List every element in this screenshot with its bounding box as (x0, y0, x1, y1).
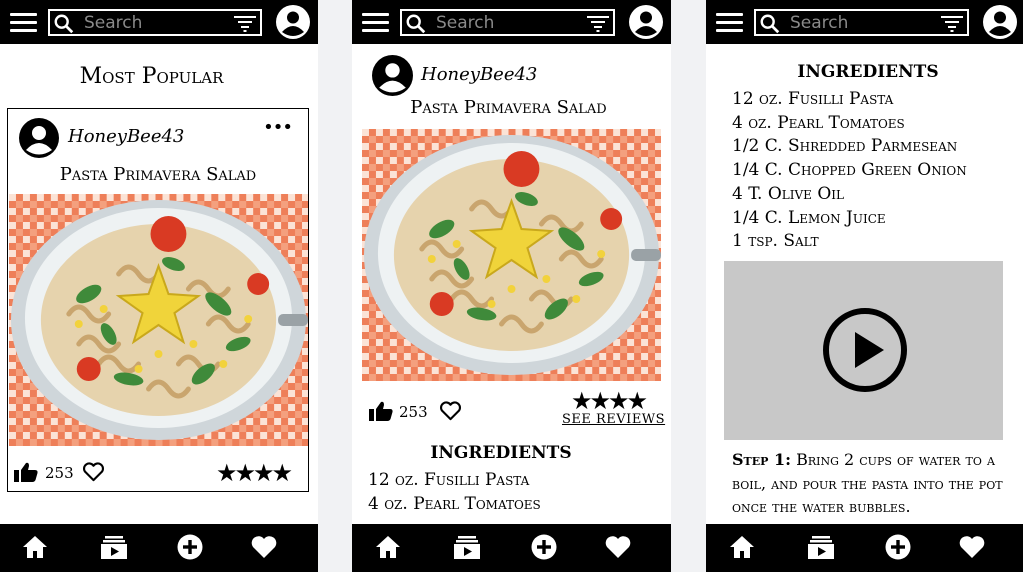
home-icon[interactable] (21, 533, 49, 561)
search-bar (48, 9, 262, 36)
ingredient-item: 4 T. Olive Oil (732, 183, 844, 204)
profile-icon[interactable] (629, 5, 663, 39)
search-icon[interactable] (53, 13, 75, 35)
like-count: 253 (399, 403, 428, 421)
search-bar (400, 9, 615, 36)
ingredients-heading: INGREDIENTS (797, 62, 939, 82)
video-player[interactable] (724, 261, 1003, 440)
filter-icon[interactable] (234, 15, 256, 33)
avatar[interactable] (372, 55, 413, 96)
favorites-icon[interactable] (604, 533, 632, 561)
like-icon[interactable] (14, 461, 38, 483)
ingredient-item: 1/4 C. Chopped Green Onion (732, 160, 967, 181)
search-bar (754, 9, 969, 36)
recipe-title[interactable]: Pasta Primavera Salad (8, 164, 308, 185)
recipe-box-icon[interactable] (453, 533, 481, 561)
home-icon[interactable] (374, 533, 402, 561)
recipe-box-icon[interactable] (100, 533, 128, 561)
ingredient-item: 4 oz. Pearl Tomatoes (368, 493, 541, 514)
profile-icon[interactable] (983, 5, 1017, 39)
search-input[interactable] (436, 12, 586, 33)
step-instruction: Step 1: Bring 2 cups of water to a boil,… (732, 448, 1004, 519)
screen-gutter (318, 0, 352, 572)
more-options-button[interactable]: ••• (263, 117, 293, 138)
home-icon[interactable] (728, 533, 756, 561)
bottom-nav (352, 524, 671, 572)
avatar[interactable] (19, 118, 59, 158)
ingredient-item: 4 oz. Pearl Tomatoes (732, 112, 905, 133)
play-icon[interactable] (822, 307, 908, 393)
recipe-card[interactable]: HoneyBee43 ••• Pasta Primavera Salad 253… (7, 108, 309, 492)
like-count: 253 (45, 464, 74, 482)
ingredients-list: 12 oz. Fusilli Pasta 4 oz. Pearl Tomatoe… (368, 469, 541, 516)
menu-button[interactable] (362, 10, 389, 34)
heart-outline-icon[interactable] (82, 461, 105, 482)
screen-recipe-detail: HoneyBee43 Pasta Primavera Salad 253 ★★★… (352, 0, 671, 572)
search-input[interactable] (84, 12, 234, 33)
add-icon[interactable] (530, 533, 558, 561)
screen-ingredients-steps: INGREDIENTS 12 oz. Fusilli Pasta 4 oz. P… (706, 0, 1023, 572)
ingredients-list: 12 oz. Fusilli Pasta 4 oz. Pearl Tomatoe… (732, 88, 967, 254)
recipe-photo[interactable] (362, 129, 661, 381)
page-title: Most Popular (79, 64, 224, 89)
menu-icon (10, 13, 37, 16)
heart-outline-icon[interactable] (439, 400, 462, 421)
recipe-photo[interactable] (9, 194, 308, 446)
ingredient-item: 12 oz. Fusilli Pasta (732, 89, 894, 109)
top-bar (706, 0, 1023, 44)
ingredient-item: 1/2 C. Shredded Parmesean (732, 136, 958, 157)
favorites-icon[interactable] (958, 533, 986, 561)
recipe-title: Pasta Primavera Salad (410, 97, 607, 118)
menu-button[interactable] (716, 10, 743, 34)
screen-most-popular: Most Popular HoneyBee43 ••• Pasta Primav… (0, 0, 318, 572)
search-icon[interactable] (405, 13, 427, 35)
star-rating: ★★★★ (215, 459, 293, 487)
like-icon[interactable] (369, 400, 393, 422)
ingredient-item: 1 tsp. Salt (732, 231, 819, 252)
ingredient-item: 12 oz. Fusilli Pasta (368, 470, 530, 490)
menu-icon (716, 13, 743, 16)
username[interactable]: HoneyBee43 (68, 126, 184, 147)
top-bar (352, 0, 671, 44)
menu-icon (362, 13, 389, 16)
recipe-box-icon[interactable] (807, 533, 835, 561)
menu-button[interactable] (10, 10, 37, 34)
filter-icon[interactable] (587, 15, 609, 33)
bottom-nav (0, 524, 318, 572)
step-label: Step 1: (732, 450, 792, 469)
profile-icon[interactable] (276, 5, 310, 39)
top-bar (0, 0, 318, 44)
ingredients-heading: INGREDIENTS (430, 443, 572, 463)
add-icon[interactable] (176, 533, 204, 561)
username[interactable]: HoneyBee43 (421, 64, 537, 85)
bottom-nav (706, 524, 1023, 572)
favorites-icon[interactable] (250, 533, 278, 561)
search-input[interactable] (790, 12, 940, 33)
star-rating: ★★★★ (571, 387, 648, 415)
see-reviews-link[interactable]: SEE REVIEWS (562, 412, 665, 427)
filter-icon[interactable] (941, 15, 963, 33)
search-icon[interactable] (759, 13, 781, 35)
ingredient-item: 1/4 C. Lemon Juice (732, 207, 886, 228)
screen-gutter (671, 0, 706, 572)
add-icon[interactable] (884, 533, 912, 561)
